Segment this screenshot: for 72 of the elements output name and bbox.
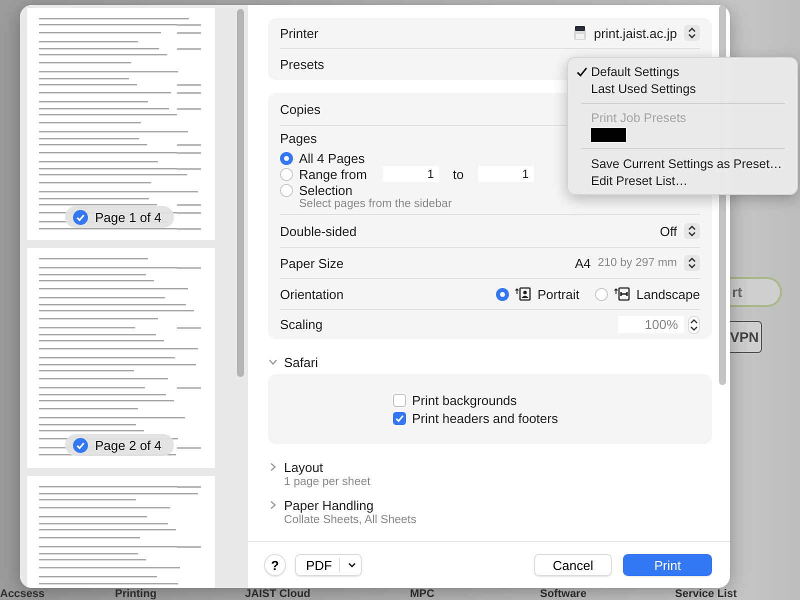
- cancel-button[interactable]: Cancel: [534, 554, 612, 576]
- nav-label[interactable]: Service List: [675, 588, 800, 600]
- page-button[interactable]: VPN: [730, 321, 762, 353]
- nav-label[interactable]: Software: [540, 588, 675, 600]
- setting-label: Double-sided: [280, 224, 357, 238]
- radio-button[interactable]: [496, 288, 510, 300]
- page-button[interactable]: rt: [730, 277, 782, 307]
- stepper-icon[interactable]: [684, 223, 700, 239]
- section-title[interactable]: Safari: [284, 354, 318, 370]
- scrollbar[interactable]: [237, 9, 244, 377]
- page-to-field[interactable]: 1: [478, 166, 534, 182]
- redaction-bar: [591, 128, 626, 142]
- option-label: to: [452, 166, 464, 182]
- portrait-icon: [515, 286, 532, 302]
- caret-icon[interactable]: [347, 561, 357, 569]
- setting-label: Orientation: [280, 286, 344, 302]
- checkbox-label[interactable]: Print backgrounds: [412, 392, 517, 408]
- scaling-field[interactable]: 100%: [618, 316, 684, 333]
- paper-dimensions: 210 by 297 mm: [598, 257, 677, 269]
- radio-button[interactable]: [280, 184, 293, 197]
- checkmark-icon[interactable]: [73, 438, 88, 452]
- menu-item[interactable]: Default Settings: [591, 64, 680, 78]
- chevron-icon[interactable]: [268, 357, 278, 367]
- nav-label[interactable]: JAIST Cloud: [245, 588, 410, 600]
- chevron-icon[interactable]: [268, 500, 278, 510]
- option-label[interactable]: All 4 Pages: [299, 150, 365, 166]
- checkbox[interactable]: [393, 394, 406, 406]
- page-from-field[interactable]: 1: [382, 166, 439, 182]
- page-preview[interactable]: [27, 248, 215, 468]
- hint-text: Select pages from the sidebar: [298, 198, 453, 210]
- menu-header: Print Job Presets: [590, 110, 688, 127]
- option-label[interactable]: Landscape: [636, 286, 700, 302]
- chevron-icon[interactable]: [268, 462, 278, 472]
- section-summary: 1 page per sheet: [283, 476, 372, 488]
- help-button[interactable]: ?: [264, 554, 286, 576]
- setting-label: Copies: [280, 102, 320, 116]
- page-preview[interactable]: [27, 8, 215, 240]
- stepper-icon[interactable]: [684, 255, 700, 271]
- print-button[interactable]: Print: [623, 554, 712, 576]
- section-title[interactable]: Layout: [284, 460, 324, 474]
- setting-label: Pages: [280, 130, 317, 148]
- menu-item[interactable]: Edit Preset List…: [591, 174, 688, 188]
- menu-item[interactable]: Save Current Settings as Preset…: [591, 156, 782, 170]
- printer-icon: [572, 25, 587, 41]
- setting-label: Scaling: [280, 317, 323, 332]
- checkmark-icon[interactable]: [73, 210, 88, 224]
- nav-label[interactable]: Accsess: [0, 588, 115, 600]
- radio-button[interactable]: [595, 288, 608, 300]
- stepper-icon[interactable]: [688, 316, 700, 334]
- nav-label[interactable]: MPC: [410, 588, 540, 600]
- section-title[interactable]: Paper Handling: [284, 498, 374, 512]
- setting-label: Printer: [280, 26, 318, 40]
- setting-value[interactable]: A4: [574, 256, 591, 270]
- pdf-button[interactable]: PDF: [295, 554, 362, 576]
- radio-button[interactable]: [280, 152, 293, 165]
- page-label: Page 1 of 4: [95, 210, 162, 224]
- setting-label: Paper Size: [280, 256, 344, 270]
- option-label[interactable]: Range from: [299, 166, 367, 182]
- landscape-icon: [614, 286, 630, 302]
- printer-name[interactable]: print.jaist.ac.jp: [594, 26, 677, 40]
- radio-button[interactable]: [280, 168, 293, 181]
- menu-item[interactable]: Last Used Settings: [591, 82, 696, 96]
- option-label[interactable]: Portrait: [537, 286, 580, 302]
- page-label: Page 2 of 4: [95, 438, 162, 452]
- checkbox-label[interactable]: Print headers and footers: [412, 410, 558, 426]
- setting-label: Presets: [280, 57, 324, 72]
- section-summary: Collate Sheets, All Sheets: [283, 514, 418, 526]
- stepper-icon[interactable]: [684, 25, 700, 41]
- setting-value[interactable]: Off: [660, 224, 677, 238]
- nav-label[interactable]: Printing: [115, 588, 245, 600]
- checkbox[interactable]: [393, 412, 406, 424]
- option-label[interactable]: Selection: [299, 182, 352, 198]
